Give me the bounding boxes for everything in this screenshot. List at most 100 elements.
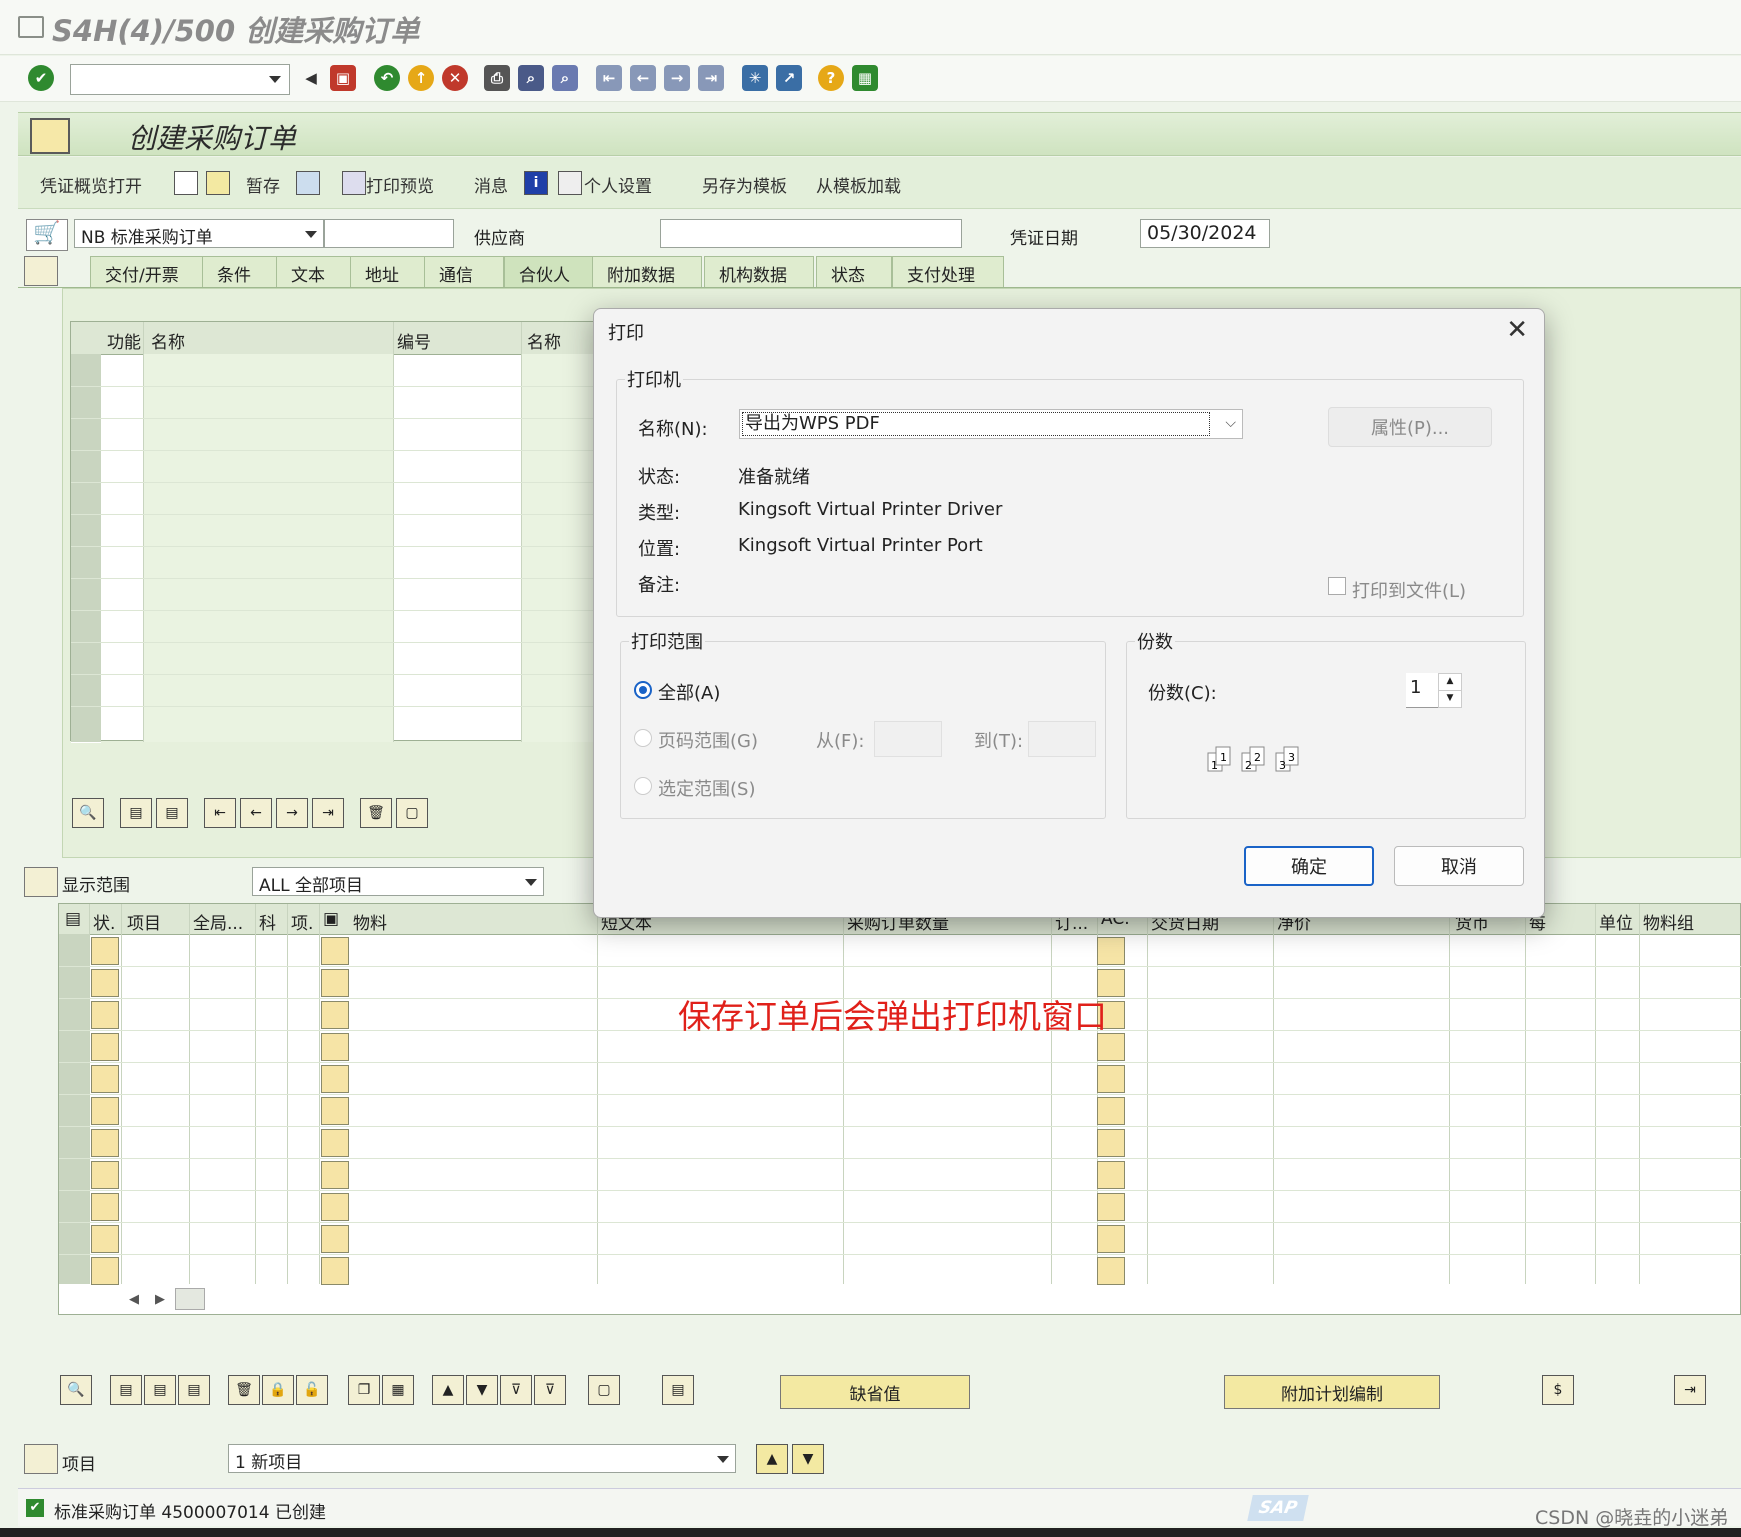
new-entry-icon[interactable]: ▢: [396, 798, 428, 828]
status-cell[interactable]: [91, 1129, 119, 1157]
ac-cell[interactable]: [1097, 1097, 1125, 1125]
items-row-selector[interactable]: [59, 934, 89, 1285]
tab-payment-processing[interactable]: 支付处理: [892, 256, 1004, 287]
tab-delivery-invoice[interactable]: 交付/开票: [90, 256, 220, 287]
item-select[interactable]: 1 新项目: [228, 1444, 736, 1473]
document-number-field[interactable]: [324, 219, 454, 248]
enter-check-icon[interactable]: ✔: [28, 65, 54, 91]
tab-partners[interactable]: 合伙人: [504, 256, 594, 287]
column-material-icon[interactable]: ▣: [323, 909, 339, 929]
status-cell[interactable]: [91, 969, 119, 997]
name-column-area[interactable]: [143, 354, 393, 742]
column-global[interactable]: 全局...: [193, 909, 243, 934]
chevron-down-icon[interactable]: [717, 1456, 729, 1463]
tab-org-data[interactable]: 机构数据: [704, 256, 814, 287]
exit-icon[interactable]: ↑: [408, 65, 434, 91]
find-next-icon[interactable]: ⌕: [552, 65, 578, 91]
close-icon[interactable]: ✕: [1506, 315, 1528, 345]
status-cell[interactable]: [91, 1097, 119, 1125]
column-material[interactable]: 物料: [353, 909, 387, 934]
messages-button[interactable]: 消息: [474, 172, 508, 197]
status-cell[interactable]: [91, 1065, 119, 1093]
chevron-down-icon[interactable]: ⌵: [1225, 415, 1236, 431]
new-session-icon[interactable]: ✳: [742, 65, 768, 91]
collapse-items-icon[interactable]: [24, 867, 58, 897]
item-copy-row-icon[interactable]: ❐: [348, 1375, 380, 1405]
save-icon[interactable]: ▣: [330, 65, 356, 91]
additional-planning-button[interactable]: 附加计划编制: [1224, 1375, 1440, 1409]
scroll-right-icon[interactable]: ▶: [155, 1292, 165, 1307]
spin-up-icon[interactable]: ▲: [1438, 673, 1462, 691]
column-number[interactable]: 编号: [397, 328, 431, 353]
ac-cell[interactable]: [1097, 1225, 1125, 1253]
status-cell[interactable]: [91, 1225, 119, 1253]
first-page-icon[interactable]: ⇤: [596, 65, 622, 91]
ac-cell[interactable]: [1097, 1193, 1125, 1221]
scroll-left-icon[interactable]: ◀: [129, 1292, 139, 1307]
item-overview-icon[interactable]: ▤: [662, 1375, 694, 1405]
set-filter-icon[interactable]: ⊽: [500, 1375, 532, 1405]
status-cell[interactable]: [91, 1161, 119, 1189]
sort-ascending-icon[interactable]: ▲: [432, 1375, 464, 1405]
cancel-icon[interactable]: ✕: [442, 65, 468, 91]
material-cell[interactable]: [321, 1257, 349, 1285]
back-icon[interactable]: ↶: [374, 65, 400, 91]
material-cell[interactable]: [321, 1065, 349, 1093]
status-cell[interactable]: [91, 1257, 119, 1285]
column-settings-icon[interactable]: ▤: [65, 909, 81, 929]
properties-button[interactable]: 属性(P)...: [1328, 407, 1492, 447]
status-cell[interactable]: [91, 937, 119, 965]
other-document-icon[interactable]: [206, 171, 230, 195]
spin-down-icon[interactable]: ▼: [1438, 690, 1462, 708]
back-arrow-icon[interactable]: ◀: [298, 65, 324, 91]
status-cell[interactable]: [91, 1193, 119, 1221]
column-account[interactable]: 科: [259, 909, 276, 934]
chevron-down-icon[interactable]: [305, 231, 317, 238]
material-cell[interactable]: [321, 1161, 349, 1189]
save-as-template-button[interactable]: 另存为模板: [702, 172, 787, 197]
range-all-radio[interactable]: [634, 681, 652, 699]
range-pages-radio[interactable]: [634, 729, 652, 747]
material-cell[interactable]: [321, 1225, 349, 1253]
print-preview-icon[interactable]: [342, 171, 366, 195]
next-entry-icon[interactable]: →: [276, 798, 308, 828]
ok-button[interactable]: 确定: [1244, 846, 1374, 886]
ac-cell[interactable]: [1097, 1257, 1125, 1285]
item-delete-icon[interactable]: 🗑: [228, 1375, 260, 1405]
item-unlock-icon[interactable]: 🔓: [296, 1375, 328, 1405]
item-copy-icon[interactable]: ▤: [144, 1375, 176, 1405]
trash-icon[interactable]: 🗑: [360, 798, 392, 828]
previous-item-icon[interactable]: ▲: [756, 1444, 788, 1474]
new-document-icon[interactable]: [174, 171, 198, 195]
default-values-button[interactable]: 缺省值: [780, 1375, 970, 1409]
delete-row-icon[interactable]: ▤: [156, 798, 188, 828]
check-icon[interactable]: [296, 171, 320, 195]
print-icon[interactable]: ⎙: [484, 65, 510, 91]
info-icon[interactable]: i: [524, 171, 548, 195]
details-icon[interactable]: 🔍: [72, 798, 104, 828]
tab-communication[interactable]: 通信: [424, 256, 504, 287]
column-name-2[interactable]: 名称: [527, 328, 561, 353]
personal-settings-button[interactable]: 个人设置: [584, 172, 652, 197]
printer-name-select[interactable]: 导出为WPS PDF ⌵: [739, 409, 1243, 439]
material-cell[interactable]: [321, 969, 349, 997]
find-icon[interactable]: ⌕: [518, 65, 544, 91]
hold-button[interactable]: 暂存: [246, 172, 280, 197]
from-page-input[interactable]: [874, 721, 942, 757]
currency-icon[interactable]: $: [1542, 1375, 1574, 1405]
command-field[interactable]: [70, 64, 290, 95]
item-add-icon[interactable]: ▤: [110, 1375, 142, 1405]
previous-page-icon[interactable]: ←: [630, 65, 656, 91]
horizontal-scrollbar-thumb[interactable]: [175, 1288, 205, 1310]
filter-icon[interactable]: ▼: [466, 1375, 498, 1405]
material-cell[interactable]: [321, 1193, 349, 1221]
cart-icon[interactable]: 🛒: [26, 219, 68, 251]
column-unit[interactable]: 单位: [1599, 909, 1633, 934]
material-cell[interactable]: [321, 937, 349, 965]
copies-spinner[interactable]: 1 ▲ ▼: [1406, 673, 1462, 708]
print-to-file-checkbox[interactable]: [1328, 577, 1346, 595]
export-icon[interactable]: ⇥: [1674, 1375, 1706, 1405]
material-cell[interactable]: [321, 1129, 349, 1157]
chevron-down-icon[interactable]: [525, 879, 537, 886]
status-cell[interactable]: [91, 1001, 119, 1029]
